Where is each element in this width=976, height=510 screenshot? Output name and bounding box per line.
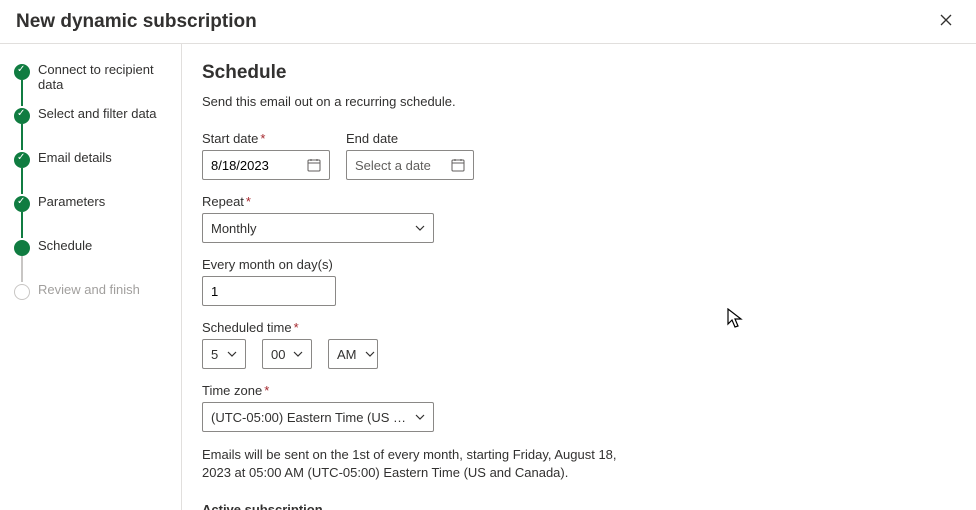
timezone-select[interactable]: (UTC-05:00) Eastern Time (US and Canada) — [202, 402, 434, 432]
chevron-down-icon — [415, 412, 425, 422]
minute-select[interactable]: 00 — [262, 339, 312, 369]
step-review-finish[interactable]: Review and finish — [14, 282, 173, 326]
wizard-sidebar: ✓ Connect to recipient data ✓ Select and… — [0, 44, 182, 510]
days-field[interactable] — [211, 284, 327, 299]
active-subscription-label: Active subscription — [202, 502, 956, 510]
step-email-details[interactable]: ✓ Email details — [14, 150, 173, 194]
page-subtitle: Send this email out on a recurring sched… — [202, 94, 956, 109]
step-select-filter[interactable]: ✓ Select and filter data — [14, 106, 173, 150]
step-schedule[interactable]: Schedule — [14, 238, 173, 282]
close-icon — [940, 14, 952, 26]
check-icon: ✓ — [17, 153, 26, 162]
calendar-icon — [451, 158, 465, 172]
start-date-input[interactable] — [202, 150, 330, 180]
schedule-summary: Emails will be sent on the 1st of every … — [202, 446, 642, 482]
repeat-select[interactable]: Monthly — [202, 213, 434, 243]
chevron-down-icon — [365, 349, 375, 359]
start-date-field[interactable] — [211, 158, 299, 173]
dialog-header: New dynamic subscription — [0, 0, 976, 44]
main-panel: Schedule Send this email out on a recurr… — [182, 44, 976, 510]
ampm-select[interactable]: AM — [328, 339, 378, 369]
chevron-down-icon — [415, 223, 425, 233]
hour-select[interactable]: 5 — [202, 339, 246, 369]
end-date-placeholder: Select a date — [355, 158, 431, 173]
check-icon: ✓ — [17, 197, 26, 206]
step-parameters[interactable]: ✓ Parameters — [14, 194, 173, 238]
scheduled-time-label: Scheduled time* — [202, 320, 378, 335]
chevron-down-icon — [293, 349, 303, 359]
end-date-label: End date — [346, 131, 474, 146]
repeat-label: Repeat* — [202, 194, 434, 209]
close-button[interactable] — [932, 10, 960, 33]
calendar-icon — [307, 158, 321, 172]
start-date-label: Start date* — [202, 131, 330, 146]
end-date-input[interactable]: Select a date — [346, 150, 474, 180]
days-input[interactable] — [202, 276, 336, 306]
page-heading: Schedule — [202, 62, 956, 84]
check-icon: ✓ — [17, 109, 26, 118]
timezone-label: Time zone* — [202, 383, 434, 398]
dialog-body: ✓ Connect to recipient data ✓ Select and… — [0, 44, 976, 510]
dialog-title: New dynamic subscription — [16, 11, 257, 33]
step-connect-recipient[interactable]: ✓ Connect to recipient data — [14, 62, 173, 106]
chevron-down-icon — [227, 349, 237, 359]
days-label: Every month on day(s) — [202, 257, 336, 272]
check-icon: ✓ — [17, 65, 26, 74]
